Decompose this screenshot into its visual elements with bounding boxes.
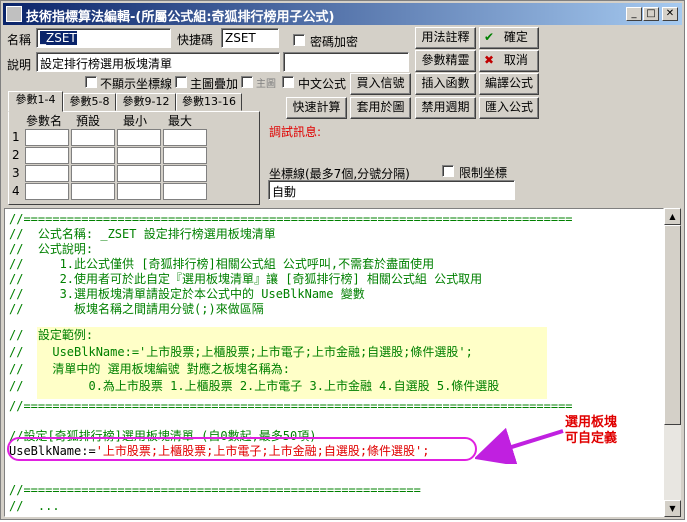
param-wizard-button[interactable]: 參數精靈 xyxy=(415,50,476,72)
minimize-button[interactable]: _ xyxy=(626,7,642,21)
main-overlay-checkbox[interactable] xyxy=(175,76,187,88)
tab-params-13-16[interactable]: 參數13-16 xyxy=(176,93,242,111)
confirm-button[interactable]: ✔ 確定 xyxy=(479,27,539,49)
main-disabled-label: 主圖 xyxy=(256,79,276,90)
param-cell[interactable] xyxy=(25,183,69,200)
param-cell[interactable] xyxy=(71,129,115,146)
title-bar[interactable]: 技術指標算法編輯-(所屬公式組:奇狐排行榜用子公式) _ □ ✕ xyxy=(3,3,682,25)
param-row-number: 1 xyxy=(12,130,20,144)
code-editor[interactable]: //======================================… xyxy=(4,208,664,517)
hide-axis-checkbox[interactable] xyxy=(85,76,97,88)
debug-label: 調試訊息: xyxy=(269,125,322,139)
disable-period-button[interactable]: 禁用週期 xyxy=(415,97,476,119)
code-line: // 公式名稱: _ZSET 設定排行榜選用板塊清單 xyxy=(9,227,276,241)
tab-params-5-8[interactable]: 參數5-8 xyxy=(63,93,116,111)
maximize-button[interactable]: □ xyxy=(643,7,659,21)
code-line: // 清單中的 選用板塊編號 對應之板塊名稱為: xyxy=(9,362,291,376)
shortcut-label: 快捷碼 xyxy=(177,33,214,47)
param-cell[interactable] xyxy=(163,183,207,200)
usage-notes-button[interactable]: 用法註釋 xyxy=(415,27,476,49)
tab-params-9-12[interactable]: 參數9-12 xyxy=(116,93,176,111)
limit-axis-label: 限制坐標 xyxy=(459,166,508,180)
scroll-down-icon[interactable]: ▼ xyxy=(664,500,681,517)
password-checkbox[interactable] xyxy=(293,34,305,46)
code-line: //======================================… xyxy=(9,399,573,413)
checkmark-icon: ✔ xyxy=(484,30,495,44)
code-line: // 2.使用者可於此自定『選用板塊清單』讓 [奇狐排行榜] 相關公式組 公式取… xyxy=(9,272,483,286)
main-disabled-checkbox xyxy=(241,76,253,88)
code-line: // 0.為上市股票 1.上櫃股票 2.上市電子 3.上市金融 4.自選股 5.… xyxy=(9,379,500,393)
param-cell[interactable] xyxy=(25,129,69,146)
param-cell[interactable] xyxy=(163,129,207,146)
scroll-thumb[interactable] xyxy=(664,225,681,425)
code-line: // 板塊名稱之間請用分號(;)來做區隔 xyxy=(9,302,264,316)
code-line: // 3.選用板塊清單請設定於本公式中的 UseBlkName 變數 xyxy=(9,287,365,301)
scroll-up-icon[interactable]: ▲ xyxy=(664,208,681,225)
cancel-button[interactable]: ✖ 取消 xyxy=(479,50,539,72)
highlight-oval xyxy=(7,437,477,461)
code-line: // UseBlkName:='上市股票;上櫃股票;上市電子;上市金融;自選股;… xyxy=(9,345,473,360)
code-line: // 設定範例: xyxy=(9,328,94,342)
confirm-label: 確定 xyxy=(503,30,528,44)
apply-to-chart-button[interactable]: 套用於圖 xyxy=(350,97,411,119)
param-cell[interactable] xyxy=(117,147,161,164)
desc-input-extra[interactable] xyxy=(283,52,409,72)
hide-axis-label: 不顯示坐標線 xyxy=(100,77,173,91)
param-cell[interactable] xyxy=(163,147,207,164)
param-cell[interactable] xyxy=(25,165,69,182)
formula-editor-window: 技術指標算法編輯-(所屬公式組:奇狐排行榜用子公式) _ □ ✕ 名稱 _ZSE… xyxy=(0,0,685,520)
annotation-arrow xyxy=(475,427,564,464)
close-button[interactable]: ✕ xyxy=(662,7,678,21)
param-row-number: 4 xyxy=(12,184,20,198)
chinese-formula-label: 中文公式 xyxy=(298,77,347,91)
password-label: 密碼加密 xyxy=(310,35,359,49)
chinese-formula-checkbox[interactable] xyxy=(282,76,294,88)
code-string: '上市股票;上櫃股票;上市電子;上市金融;自選股;條件選股'; xyxy=(139,345,473,359)
main-overlay-label: 主圖疊加 xyxy=(190,77,239,91)
buy-sell-signal-button[interactable]: 買入信號 xyxy=(350,73,411,95)
vertical-scrollbar[interactable]: ▲ ▼ xyxy=(664,208,681,517)
param-cell[interactable] xyxy=(25,147,69,164)
param-cell[interactable] xyxy=(117,129,161,146)
quick-calc-button[interactable]: 快速計算 xyxy=(286,97,347,119)
code-line: //======================================… xyxy=(9,483,421,497)
param-cell[interactable] xyxy=(163,165,207,182)
annotation-line2: 可自定義 xyxy=(565,431,618,446)
desc-input[interactable]: 設定排行榜選用板塊清單 xyxy=(36,52,280,72)
name-input[interactable]: _ZSET xyxy=(36,28,171,48)
window-title: 技術指標算法編輯-(所屬公式組:奇狐排行榜用子公式) xyxy=(26,10,335,25)
name-label: 名稱 xyxy=(7,33,32,47)
param-row-number: 3 xyxy=(12,166,20,180)
code-line: // 1.此公式僅供 [奇狐排行榜]相關公式組 公式呼叫,不需套於盡面使用 xyxy=(9,257,435,271)
cancel-x-icon: ✖ xyxy=(484,53,495,67)
param-cell[interactable] xyxy=(71,147,115,164)
param-cell[interactable] xyxy=(71,183,115,200)
limit-axis-checkbox[interactable] xyxy=(442,165,454,177)
code-line: // 公式說明: xyxy=(9,242,94,256)
import-formula-button[interactable]: 匯入公式 xyxy=(479,97,539,119)
param-header-default: 預設 xyxy=(76,114,101,128)
axis-input[interactable]: 自動 xyxy=(268,180,515,200)
param-row-number: 2 xyxy=(12,148,20,162)
shortcut-input[interactable]: ZSET xyxy=(221,28,279,48)
insert-function-button[interactable]: 插入函數 xyxy=(415,73,476,95)
tab-params-1-4[interactable]: 參數1-4 xyxy=(8,91,63,112)
app-icon xyxy=(6,6,22,22)
param-header-max: 最大 xyxy=(168,114,193,128)
param-cell[interactable] xyxy=(117,165,161,182)
name-value: _ZSET xyxy=(40,31,77,45)
desc-label: 說明 xyxy=(7,58,32,72)
param-cell[interactable] xyxy=(71,165,115,182)
param-header-min: 最小 xyxy=(123,114,148,128)
code-var: // UseBlkName:= xyxy=(9,345,140,359)
compile-formula-button[interactable]: 編譯公式 xyxy=(479,73,539,95)
code-line: // ... xyxy=(9,499,60,513)
cancel-label: 取消 xyxy=(503,53,528,67)
param-header-name: 參數名 xyxy=(26,114,63,128)
code-line: //======================================… xyxy=(9,212,573,226)
param-cell[interactable] xyxy=(117,183,161,200)
